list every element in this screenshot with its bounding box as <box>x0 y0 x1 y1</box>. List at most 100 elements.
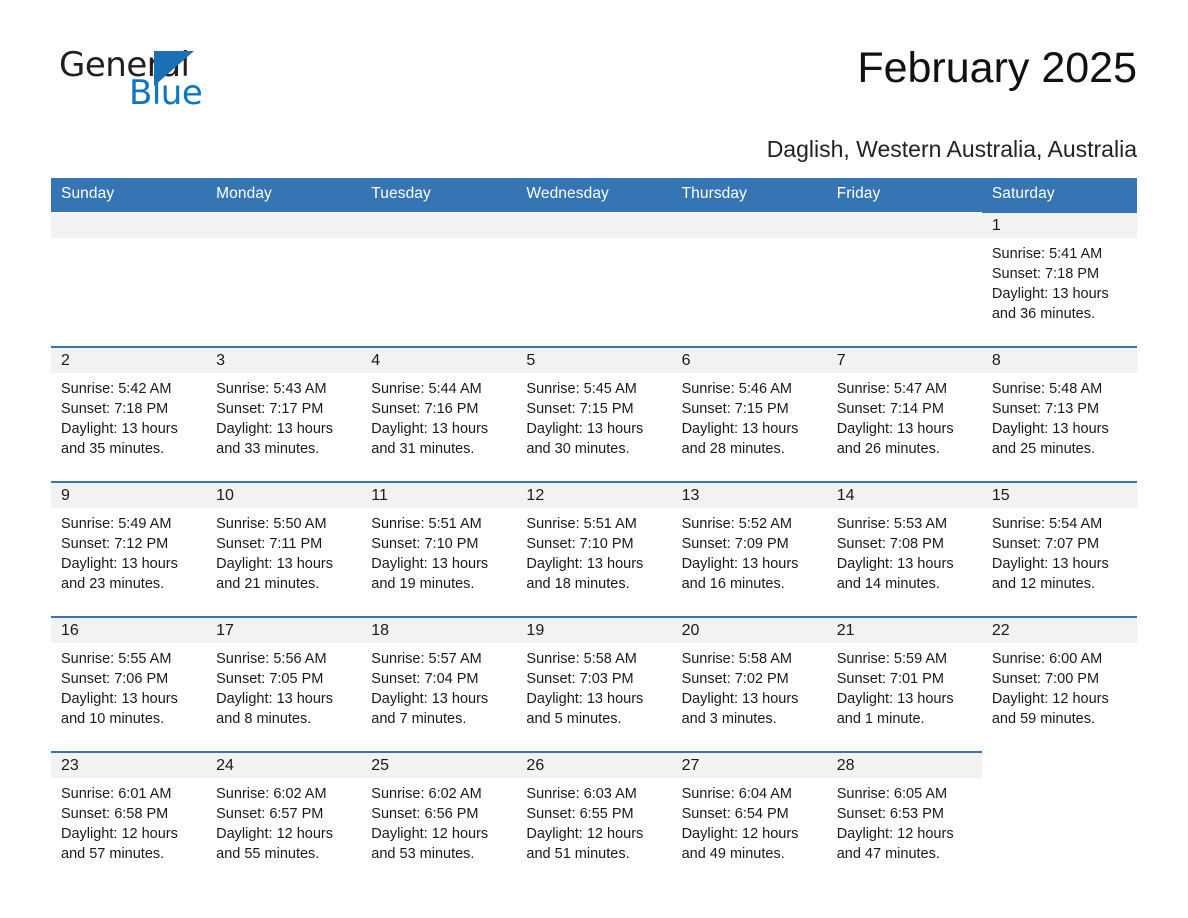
day-detail-line: and 10 minutes. <box>61 711 165 727</box>
calendar-body: 1 Sunrise: 5:41 AM Sunset: 7:18 PM Daylight… <box>51 211 1137 886</box>
location-subtitle: Daglish, Western Australia, Australia <box>766 136 1137 162</box>
weekday-header-wednesday: Wednesday <box>516 178 672 212</box>
day-cell-inner <box>982 753 1137 886</box>
calendar-day-cell[interactable]: 18 Sunrise: 5:57 AM Sunset: 7:04 PM Dayligh… <box>361 616 517 752</box>
calendar-day-cell[interactable]: 17 Sunrise: 5:56 AM Sunset: 7:05 PM Dayligh… <box>206 616 362 752</box>
day-detail-line: and 5 minutes. <box>526 711 622 727</box>
day-detail-line: Sunrise: 6:00 AM <box>991 651 1103 667</box>
day-number: 25 <box>361 753 517 778</box>
calendar-day-cell[interactable]: 28 Sunrise: 6:05 AM Sunset: 6:53 PM Dayligh… <box>826 751 982 886</box>
day-cell-inner <box>826 213 982 346</box>
calendar-week-row: 1 Sunrise: 5:41 AM Sunset: 7:18 PM Daylight… <box>51 211 1137 347</box>
day-cell-inner: 27 Sunrise: 6:04 AM Sunset: 6:54 PM Dayligh… <box>671 753 827 886</box>
day-detail-line: Daylight: 13 hours <box>836 421 954 437</box>
day-number: 24 <box>206 753 362 778</box>
calendar-day-cell[interactable]: 6 Sunrise: 5:46 AM Sunset: 7:15 PM Daylight… <box>671 346 827 482</box>
day-detail-line: Sunrise: 5:57 AM <box>371 651 482 667</box>
calendar-day-cell[interactable]: 9 Sunrise: 5:49 AM Sunset: 7:12 PM Daylight… <box>51 481 207 617</box>
day-detail-line: Sunset: 7:17 PM <box>216 401 324 417</box>
day-cell-inner: 19 Sunrise: 5:58 AM Sunset: 7:03 PM Dayligh… <box>516 618 672 751</box>
day-cell-inner: 22 Sunrise: 6:00 AM Sunset: 7:00 PM Dayligh… <box>981 618 1137 751</box>
calendar-day-cell[interactable]: 4 Sunrise: 5:44 AM Sunset: 7:16 PM Daylight… <box>361 346 517 482</box>
calendar-day-cell[interactable]: 8 Sunrise: 5:48 AM Sunset: 7:13 PM Daylight… <box>981 346 1137 482</box>
day-detail-line: Sunset: 7:10 PM <box>371 536 479 552</box>
calendar-empty-cell <box>206 212 362 347</box>
day-detail-lines: Sunrise: 5:44 AM Sunset: 7:16 PM Daylight:… <box>361 373 516 459</box>
day-detail-line: and 7 minutes. <box>371 711 467 727</box>
day-detail-line: and 35 minutes. <box>61 441 165 457</box>
calendar-day-cell[interactable]: 19 Sunrise: 5:58 AM Sunset: 7:03 PM Dayligh… <box>516 616 672 752</box>
calendar-day-cell[interactable]: 16 Sunrise: 5:55 AM Sunset: 7:06 PM Dayligh… <box>51 616 207 752</box>
calendar-day-cell[interactable]: 20 Sunrise: 5:58 AM Sunset: 7:02 PM Dayligh… <box>671 616 827 752</box>
calendar-day-cell[interactable]: 14 Sunrise: 5:53 AM Sunset: 7:08 PM Dayligh… <box>826 481 982 617</box>
calendar-day-cell[interactable]: 7 Sunrise: 5:47 AM Sunset: 7:14 PM Daylight… <box>826 346 982 482</box>
calendar-empty-cell <box>671 212 827 347</box>
day-detail-line: and 21 minutes. <box>216 576 320 592</box>
general-blue-logo[interactable]: General Blue <box>51 44 251 116</box>
calendar-day-cell[interactable]: 15 Sunrise: 5:54 AM Sunset: 7:07 PM Dayligh… <box>981 481 1137 617</box>
weekday-header-monday: Monday <box>206 178 362 212</box>
day-number: 4 <box>361 348 517 373</box>
day-detail-line: Sunrise: 5:53 AM <box>836 516 948 532</box>
day-detail-line: and 3 minutes. <box>681 711 777 727</box>
day-detail-line: Sunset: 7:14 PM <box>836 401 944 417</box>
day-detail-line: Daylight: 12 hours <box>991 691 1109 707</box>
calendar-day-cell[interactable]: 13 Sunrise: 5:52 AM Sunset: 7:09 PM Dayligh… <box>671 481 827 617</box>
day-detail-line: Sunset: 7:05 PM <box>216 671 324 687</box>
day-detail-line: Sunset: 6:55 PM <box>526 806 634 822</box>
day-detail-line: and 16 minutes. <box>681 576 785 592</box>
logo-text-blue: Blue <box>129 73 203 113</box>
day-detail-line: Sunset: 7:12 PM <box>61 536 169 552</box>
day-detail-lines: Sunrise: 6:00 AM Sunset: 7:00 PM Daylight:… <box>982 643 1137 729</box>
day-detail-line: Daylight: 13 hours <box>681 691 799 707</box>
calendar-day-cell[interactable]: 12 Sunrise: 5:51 AM Sunset: 7:10 PM Dayligh… <box>516 481 672 617</box>
calendar-day-cell[interactable]: 26 Sunrise: 6:03 AM Sunset: 6:55 PM Dayligh… <box>516 751 672 886</box>
calendar-day-cell[interactable]: 10 Sunrise: 5:50 AM Sunset: 7:11 PM Dayligh… <box>206 481 362 617</box>
calendar-day-cell[interactable]: 23 Sunrise: 6:01 AM Sunset: 6:58 PM Dayligh… <box>51 751 207 886</box>
calendar-day-cell[interactable]: 5 Sunrise: 5:45 AM Sunset: 7:15 PM Daylight… <box>516 346 672 482</box>
day-detail-line: and 53 minutes. <box>371 846 475 862</box>
day-detail-line: Sunrise: 5:50 AM <box>216 516 327 532</box>
calendar-day-cell[interactable]: 11 Sunrise: 5:51 AM Sunset: 7:10 PM Dayligh… <box>361 481 517 617</box>
day-detail-line: Daylight: 13 hours <box>371 556 489 572</box>
day-detail-lines: Sunrise: 5:58 AM Sunset: 7:03 PM Daylight:… <box>516 643 671 729</box>
calendar-day-cell[interactable]: 22 Sunrise: 6:00 AM Sunset: 7:00 PM Dayligh… <box>981 616 1137 752</box>
calendar-day-cell[interactable]: 21 Sunrise: 5:59 AM Sunset: 7:01 PM Dayligh… <box>826 616 982 752</box>
day-detail-line: Sunset: 7:13 PM <box>991 401 1100 417</box>
day-detail-line: Sunrise: 6:02 AM <box>371 786 482 802</box>
day-detail-line: Sunset: 6:53 PM <box>836 806 944 822</box>
day-cell-inner: 8 Sunrise: 5:48 AM Sunset: 7:13 PM Daylight… <box>981 348 1137 481</box>
day-number: 27 <box>671 753 827 778</box>
day-detail-line: Sunrise: 5:41 AM <box>991 246 1103 262</box>
day-cell-inner <box>361 213 517 346</box>
empty-day-band <box>361 213 517 238</box>
empty-day-band <box>826 213 982 238</box>
day-number: 8 <box>981 348 1137 373</box>
day-detail-line: and 28 minutes. <box>681 441 785 457</box>
calendar-day-cell[interactable]: 27 Sunrise: 6:04 AM Sunset: 6:54 PM Dayligh… <box>671 751 827 886</box>
day-detail-line: Sunset: 7:02 PM <box>681 671 789 687</box>
day-detail-lines: Sunrise: 5:54 AM Sunset: 7:07 PM Daylight:… <box>982 508 1137 594</box>
day-detail-line: Sunrise: 5:48 AM <box>991 381 1103 397</box>
day-detail-lines: Sunrise: 6:04 AM Sunset: 6:54 PM Daylight:… <box>672 778 827 864</box>
calendar-day-cell[interactable]: 24 Sunrise: 6:02 AM Sunset: 6:57 PM Dayligh… <box>206 751 362 886</box>
empty-day-band <box>516 213 672 238</box>
day-cell-inner: 17 Sunrise: 5:56 AM Sunset: 7:05 PM Dayligh… <box>206 618 362 751</box>
day-number: 22 <box>981 618 1137 643</box>
calendar-day-cell[interactable]: 3 Sunrise: 5:43 AM Sunset: 7:17 PM Daylight… <box>206 346 362 482</box>
calendar-day-cell[interactable]: 25 Sunrise: 6:02 AM Sunset: 6:56 PM Dayligh… <box>361 751 517 886</box>
day-detail-line: Sunset: 7:07 PM <box>991 536 1100 552</box>
day-detail-line: Daylight: 13 hours <box>526 691 644 707</box>
day-detail-lines: Sunrise: 5:42 AM Sunset: 7:18 PM Daylight:… <box>51 373 206 459</box>
day-detail-line: and 31 minutes. <box>371 441 475 457</box>
day-detail-lines: Sunrise: 5:52 AM Sunset: 7:09 PM Daylight:… <box>672 508 827 594</box>
calendar-empty-cell <box>51 212 207 347</box>
day-cell-inner <box>206 213 362 346</box>
calendar-day-cell[interactable]: 2 Sunrise: 5:42 AM Sunset: 7:18 PM Daylight… <box>51 346 207 482</box>
calendar-day-cell[interactable]: 1 Sunrise: 5:41 AM Sunset: 7:18 PM Daylight… <box>981 211 1137 347</box>
day-cell-inner: 14 Sunrise: 5:53 AM Sunset: 7:08 PM Dayligh… <box>826 483 982 616</box>
day-number: 2 <box>51 348 207 373</box>
day-detail-line: Sunset: 6:57 PM <box>216 806 324 822</box>
day-detail-line: Daylight: 13 hours <box>61 556 178 572</box>
day-number: 15 <box>981 483 1137 508</box>
